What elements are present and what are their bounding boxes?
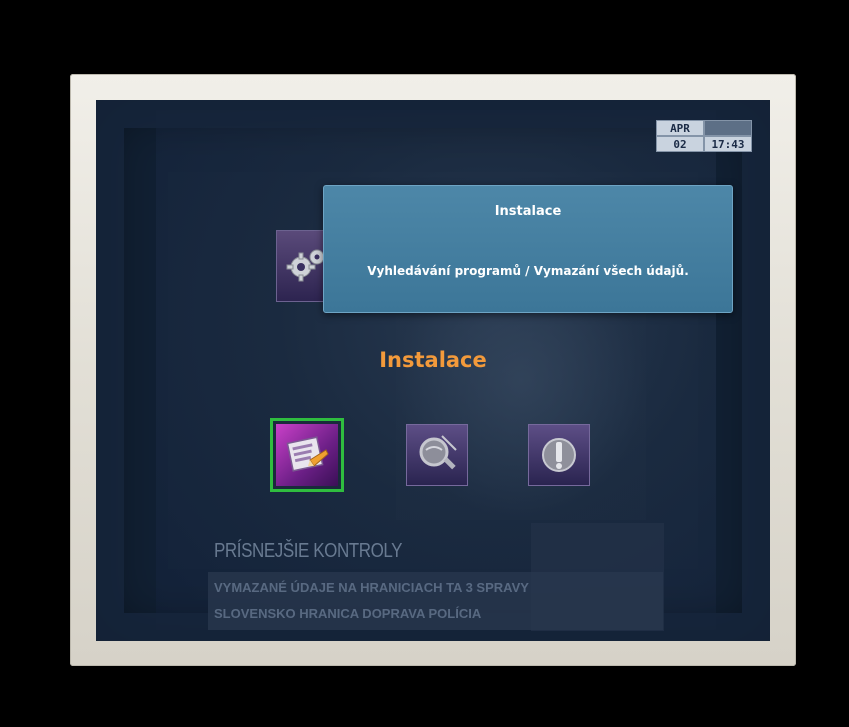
info-button[interactable] [522,418,596,492]
time-label: 17:43 [704,136,752,152]
date-time-display: APR 02 17:43 [656,120,752,154]
tooltip-description: Vyhledávání programů / Vymazání všech úd… [367,264,689,278]
month-label: APR [656,120,704,136]
menu-title: Instalace [379,348,487,372]
tile-background [528,424,590,486]
tile-background [276,424,338,486]
ticker-line: SLOVENSKO HRANICA DOPRAVA POLÍCIA [214,606,482,621]
background-headline: PRÍSNEJŠIE KONTROLY [214,540,403,562]
channel-search-button[interactable] [400,418,474,492]
info-icon [542,438,576,472]
help-tooltip: Instalace Vyhledávání programů / Vymazán… [323,185,733,313]
ticker-line: VYMAZANÉ ÚDAJE NA HRANICIACH TA 3 SPRAVY [214,580,529,595]
clock-blank-cell [704,120,752,136]
day-label: 02 [656,136,704,152]
search-icon [419,435,457,470]
tile-background [406,424,468,486]
tv-screen: PRÍSNEJŠIE KONTROLY VYMAZANÉ ÚDAJE NA HR… [96,100,770,641]
installation-wizard-icon [286,436,329,472]
background-ticker: VYMAZANÉ ÚDAJE NA HRANICIACH TA 3 SPRAVY… [208,572,663,630]
tooltip-title: Instalace [494,204,562,219]
installation-wizard-button[interactable] [270,418,344,492]
